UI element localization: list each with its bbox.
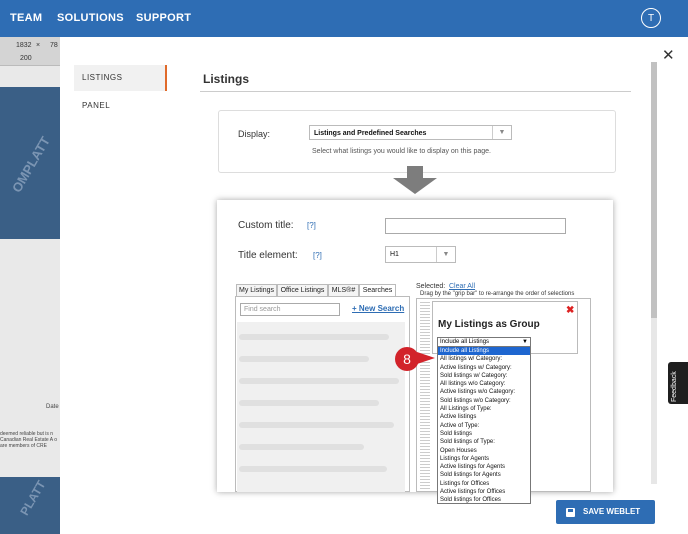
group-title: My Listings as Group — [438, 319, 540, 330]
nav-team[interactable]: TEAM — [10, 12, 42, 24]
search-list — [237, 322, 405, 492]
title-divider — [200, 91, 631, 92]
custom-title-help[interactable]: [?] — [307, 221, 316, 230]
sidebar-item-listings[interactable]: LISTINGS — [74, 65, 167, 91]
option-18[interactable]: Sold listings for Offices — [438, 496, 530, 504]
save-icon — [566, 508, 575, 517]
ruler: 1832 × 78 200 — [0, 37, 60, 66]
display-panel — [218, 110, 616, 173]
drag-hint: Drag by the "grip bar" to re-arrange the… — [420, 291, 575, 297]
top-navbar: TEAM SOLUTIONS SUPPORT T — [0, 0, 688, 37]
display-select-value: Listings and Predefined Searches — [314, 130, 427, 137]
ruler-value-2: 78 — [50, 42, 58, 49]
avatar[interactable]: T — [641, 8, 661, 28]
list-item[interactable] — [239, 444, 364, 450]
option-11[interactable]: Sold listings of Type: — [438, 438, 530, 446]
remove-icon[interactable]: ✖ — [566, 305, 574, 316]
option-17[interactable]: Active listings for Offices — [438, 488, 530, 496]
option-2[interactable]: Active listings w/ Category: — [438, 364, 530, 372]
arrow-down-icon — [393, 166, 437, 194]
option-7[interactable]: All Listings of Type: — [438, 405, 530, 413]
custom-title-label: Custom title: — [238, 220, 294, 231]
sidebar-item-panel[interactable]: PANEL — [74, 93, 167, 119]
chevron-down-icon: ▼ — [436, 247, 455, 262]
close-icon[interactable]: ✕ — [662, 46, 675, 64]
option-4[interactable]: All listings w/o Category: — [438, 380, 530, 388]
option-16[interactable]: Listings for Offices — [438, 480, 530, 488]
listing-filter-value: Include all Listings — [440, 339, 490, 345]
option-14[interactable]: Active listings for Agents — [438, 463, 530, 471]
watermark-text: OMPLATT — [8, 133, 53, 196]
ruler-value: 1832 — [16, 42, 32, 49]
step-marker: 8 — [395, 347, 419, 371]
list-item[interactable] — [239, 400, 379, 406]
ruler-tick: 200 — [20, 55, 32, 62]
title-element-label: Title element: — [238, 250, 298, 261]
tab-searches[interactable]: Searches — [359, 284, 396, 296]
option-6[interactable]: Sold listings w/o Category: — [438, 397, 530, 405]
title-element-value: H1 — [390, 251, 399, 258]
search-input[interactable]: Find search — [240, 303, 340, 316]
title-element-help[interactable]: [?] — [313, 251, 322, 260]
option-0[interactable]: Include all Listings — [438, 347, 530, 356]
custom-title-input[interactable] — [385, 218, 566, 234]
option-15[interactable]: Sold listings for Agents — [438, 471, 530, 479]
option-12[interactable]: Open Houses — [438, 447, 530, 455]
option-5[interactable]: Active listings w/o Category: — [438, 388, 530, 396]
background-footer-banner: PLATT — [0, 477, 60, 534]
new-search-link[interactable]: + New Search — [352, 304, 404, 313]
background-banner: OMPLATT — [0, 87, 60, 239]
page-title: Listings — [203, 72, 250, 86]
feedback-tab[interactable]: Feedback — [668, 362, 688, 404]
background-page: 1832 × 78 200 OMPLATT Date deemed reliab… — [0, 37, 60, 534]
option-10[interactable]: Sold listings — [438, 430, 530, 438]
option-8[interactable]: Active listings — [438, 413, 530, 421]
selected-label: Selected: — [416, 283, 446, 290]
nav-support[interactable]: SUPPORT — [136, 12, 191, 24]
option-9[interactable]: Active of Type: — [438, 422, 530, 430]
option-3[interactable]: Sold listings w/ Category: — [438, 372, 530, 380]
list-item[interactable] — [239, 378, 399, 384]
nav-solutions[interactable]: SOLUTIONS — [57, 12, 124, 24]
display-select[interactable]: Listings and Predefined Searches ▼ — [309, 125, 512, 140]
display-help: Select what listings you would like to d… — [312, 148, 491, 155]
list-item[interactable] — [239, 334, 389, 340]
disclaimer-text: deemed reliable but is n Canadian Real E… — [0, 431, 57, 449]
option-13[interactable]: Listings for Agents — [438, 455, 530, 463]
chevron-down-icon: ▼ — [492, 126, 511, 139]
list-item[interactable] — [239, 466, 387, 472]
watermark-text-bottom: PLATT — [17, 478, 49, 518]
clear-all-link[interactable]: Clear All — [449, 283, 475, 290]
ruler-times: × — [36, 42, 41, 49]
list-item[interactable] — [239, 422, 394, 428]
tab-mls[interactable]: MLS®# — [328, 284, 359, 296]
title-element-select[interactable]: H1 ▼ — [385, 246, 456, 263]
scrollbar-thumb[interactable] — [651, 62, 657, 318]
option-1[interactable]: All listings w/ Category: — [438, 355, 530, 363]
display-label: Display: — [238, 129, 271, 139]
step-pointer-icon — [417, 352, 435, 364]
feedback-label: Feedback — [671, 371, 678, 402]
grip-bar[interactable] — [420, 302, 430, 489]
listing-filter-options: Include all Listings All listings w/ Cat… — [437, 346, 531, 504]
tab-my-listings[interactable]: My Listings — [236, 284, 277, 296]
date-label: Date — [46, 404, 59, 410]
list-item[interactable] — [239, 356, 369, 362]
tab-office-listings[interactable]: Office Listings — [277, 284, 328, 296]
